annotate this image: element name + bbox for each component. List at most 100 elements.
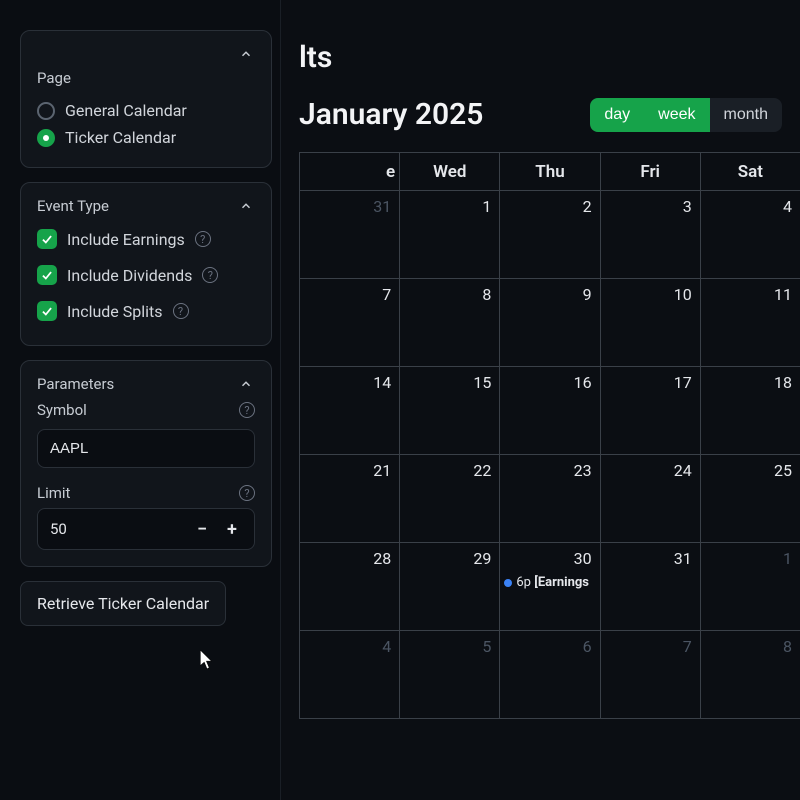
view-week-button[interactable]: week (644, 98, 709, 132)
calendar-header: January 2025 day week month (299, 97, 800, 132)
checkbox-dividends[interactable] (37, 265, 57, 285)
calendar-cell[interactable]: 25 (700, 455, 800, 543)
calendar-cell[interactable]: 2 (500, 191, 600, 279)
day-number: 11 (774, 285, 792, 304)
calendar-cell[interactable]: 1 (400, 191, 500, 279)
checkbox-earnings-row: Include Earnings ? (37, 221, 255, 257)
chevron-up-icon[interactable] (237, 45, 255, 63)
day-number: 25 (774, 461, 792, 480)
help-icon[interactable]: ? (239, 402, 255, 418)
day-number: 21 (373, 461, 391, 480)
event-type-panel: Event Type Include Earnings ? Include Di… (20, 182, 272, 346)
calendar-cell[interactable]: 29 (400, 543, 500, 631)
calendar-cell[interactable]: 7 (600, 631, 700, 719)
checkbox-earnings[interactable] (37, 229, 57, 249)
increment-button[interactable]: + (220, 517, 244, 541)
help-icon[interactable]: ? (195, 231, 211, 247)
calendar-cell[interactable]: 4 (300, 631, 400, 719)
decrement-button[interactable]: − (190, 517, 214, 541)
calendar-cell[interactable]: 31 (300, 191, 400, 279)
chevron-up-icon[interactable] (237, 375, 255, 393)
help-icon[interactable]: ? (202, 267, 218, 283)
view-toggle: day week month (590, 98, 782, 132)
parameters-title: Parameters (37, 375, 114, 393)
calendar-grid: eWedThuFriSat 31123478910111415161718212… (299, 152, 800, 719)
checkbox-label: Include Splits (67, 302, 163, 321)
day-number: 18 (774, 373, 792, 392)
limit-label: Limit (37, 484, 70, 502)
calendar-cell[interactable]: 14 (300, 367, 400, 455)
day-number: 9 (583, 285, 592, 304)
day-number: 4 (783, 197, 792, 216)
chevron-up-icon[interactable] (237, 197, 255, 215)
view-day-button[interactable]: day (590, 98, 644, 132)
calendar-cell[interactable]: 4 (700, 191, 800, 279)
calendar-cell[interactable]: 17 (600, 367, 700, 455)
calendar-cell[interactable]: 15 (400, 367, 500, 455)
day-number: 22 (473, 461, 491, 480)
calendar-cell[interactable]: 30 6p [Earnings (500, 543, 600, 631)
limit-value: 50 (50, 520, 67, 538)
calendar-cell[interactable]: 10 (600, 279, 700, 367)
page-panel: Page General Calendar Ticker Calendar (20, 30, 272, 168)
radio-label: General Calendar (65, 101, 187, 120)
symbol-label: Symbol (37, 401, 87, 419)
calendar-cell[interactable]: 11 (700, 279, 800, 367)
checkbox-splits-row: Include Splits ? (37, 293, 255, 329)
month-title: January 2025 (299, 97, 483, 132)
radio-ticker-calendar[interactable]: Ticker Calendar (37, 124, 255, 151)
day-header: e (300, 153, 400, 191)
calendar-cell[interactable]: 7 (300, 279, 400, 367)
day-number: 10 (674, 285, 692, 304)
day-number: 23 (574, 461, 592, 480)
day-header: Fri (600, 153, 700, 191)
sidebar: Page General Calendar Ticker Calendar Ev… (20, 30, 272, 626)
day-header: Sat (700, 153, 800, 191)
calendar-cell[interactable]: 22 (400, 455, 500, 543)
radio-selected-icon (37, 129, 55, 147)
day-number: 31 (373, 197, 391, 216)
day-number: 2 (583, 197, 592, 216)
radio-icon (37, 102, 55, 120)
day-number: 8 (482, 285, 491, 304)
day-number: 4 (382, 637, 391, 656)
calendar-cell[interactable]: 3 (600, 191, 700, 279)
checkbox-label: Include Earnings (67, 230, 185, 249)
calendar-cell[interactable]: 5 (400, 631, 500, 719)
calendar-cell[interactable]: 6 (500, 631, 600, 719)
help-icon[interactable]: ? (239, 485, 255, 501)
calendar-cell[interactable]: 24 (600, 455, 700, 543)
calendar-cell[interactable]: 31 (600, 543, 700, 631)
retrieve-button[interactable]: Retrieve Ticker Calendar (20, 581, 226, 626)
help-icon[interactable]: ? (173, 303, 189, 319)
calendar-event[interactable]: 6p [Earnings (504, 575, 597, 590)
parameters-panel: Parameters Symbol ? Limit ? 50 − + (20, 360, 272, 567)
checkbox-dividends-row: Include Dividends ? (37, 257, 255, 293)
radio-general-calendar[interactable]: General Calendar (37, 97, 255, 124)
view-month-button[interactable]: month (710, 98, 782, 132)
calendar-cell[interactable]: 9 (500, 279, 600, 367)
day-number: 8 (783, 637, 792, 656)
calendar-cell[interactable]: 18 (700, 367, 800, 455)
calendar-cell[interactable]: 21 (300, 455, 400, 543)
event-dot-icon (504, 579, 512, 587)
checkbox-label: Include Dividends (67, 266, 192, 285)
day-number: 7 (683, 637, 692, 656)
day-number: 5 (482, 637, 491, 656)
limit-stepper: 50 − + (37, 508, 255, 550)
calendar-cell[interactable]: 23 (500, 455, 600, 543)
checkbox-splits[interactable] (37, 301, 57, 321)
day-number: 30 (574, 549, 592, 568)
main-content: lts January 2025 day week month eWedThuF… (280, 0, 800, 800)
page-title: lts (299, 40, 800, 75)
calendar-cell[interactable]: 8 (400, 279, 500, 367)
symbol-input[interactable] (37, 429, 255, 468)
day-number: 31 (674, 549, 692, 568)
day-number: 28 (373, 549, 391, 568)
calendar-cell[interactable]: 28 (300, 543, 400, 631)
calendar-cell[interactable]: 16 (500, 367, 600, 455)
calendar-cell[interactable]: 1 (700, 543, 800, 631)
calendar-cell[interactable]: 8 (700, 631, 800, 719)
day-number: 16 (574, 373, 592, 392)
day-number: 29 (473, 549, 491, 568)
